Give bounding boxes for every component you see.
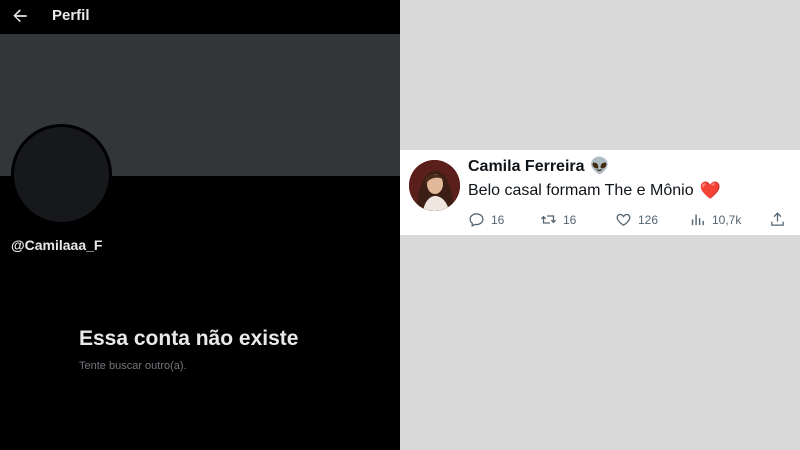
reply-button[interactable]: 16: [468, 211, 504, 228]
author-name[interactable]: Camila Ferreira: [468, 158, 585, 176]
profile-handle: @Camilaaa_F: [11, 237, 103, 253]
author-row: Camila Ferreira 👽: [468, 158, 609, 176]
views-button[interactable]: 10,7k: [689, 211, 741, 228]
tweet-actions: 16 16 126 10,7k: [468, 211, 792, 229]
like-icon: [616, 213, 631, 226]
like-button[interactable]: 126: [615, 211, 658, 228]
profile-avatar: [11, 124, 112, 225]
retweet-button[interactable]: 16: [540, 211, 576, 228]
back-arrow-icon[interactable]: [10, 6, 30, 26]
views-count: 10,7k: [712, 212, 742, 227]
retweet-icon: [540, 215, 557, 224]
share-icon: [771, 212, 784, 226]
reply-icon: [469, 213, 484, 227]
avatar[interactable]: [409, 160, 460, 211]
like-count: 126: [638, 212, 659, 227]
alien-emoji: 👽: [589, 158, 610, 175]
retweet-count: 16: [563, 212, 577, 227]
reply-count: 16: [491, 212, 505, 227]
share-button[interactable]: [769, 211, 786, 228]
page-title: Perfil: [52, 7, 90, 24]
tweet-panel: Camila Ferreira 👽 Belo casal formam The …: [400, 0, 800, 450]
profile-header: Perfil: [0, 0, 400, 34]
empty-state-subtitle: Tente buscar outro(a).: [79, 360, 187, 372]
red-heart-emoji: ❤️: [699, 181, 721, 200]
tweet-card[interactable]: Camila Ferreira 👽 Belo casal formam The …: [400, 150, 800, 235]
views-icon: [691, 214, 704, 226]
empty-state-title: Essa conta não existe: [79, 327, 299, 350]
tweet-text: Belo casal formam The e Mônio: [468, 182, 694, 199]
profile-panel: Perfil @Camilaaa_F Essa conta não existe…: [0, 0, 400, 450]
tweet-body: Belo casal formam The e Mônio ❤️: [468, 182, 721, 200]
